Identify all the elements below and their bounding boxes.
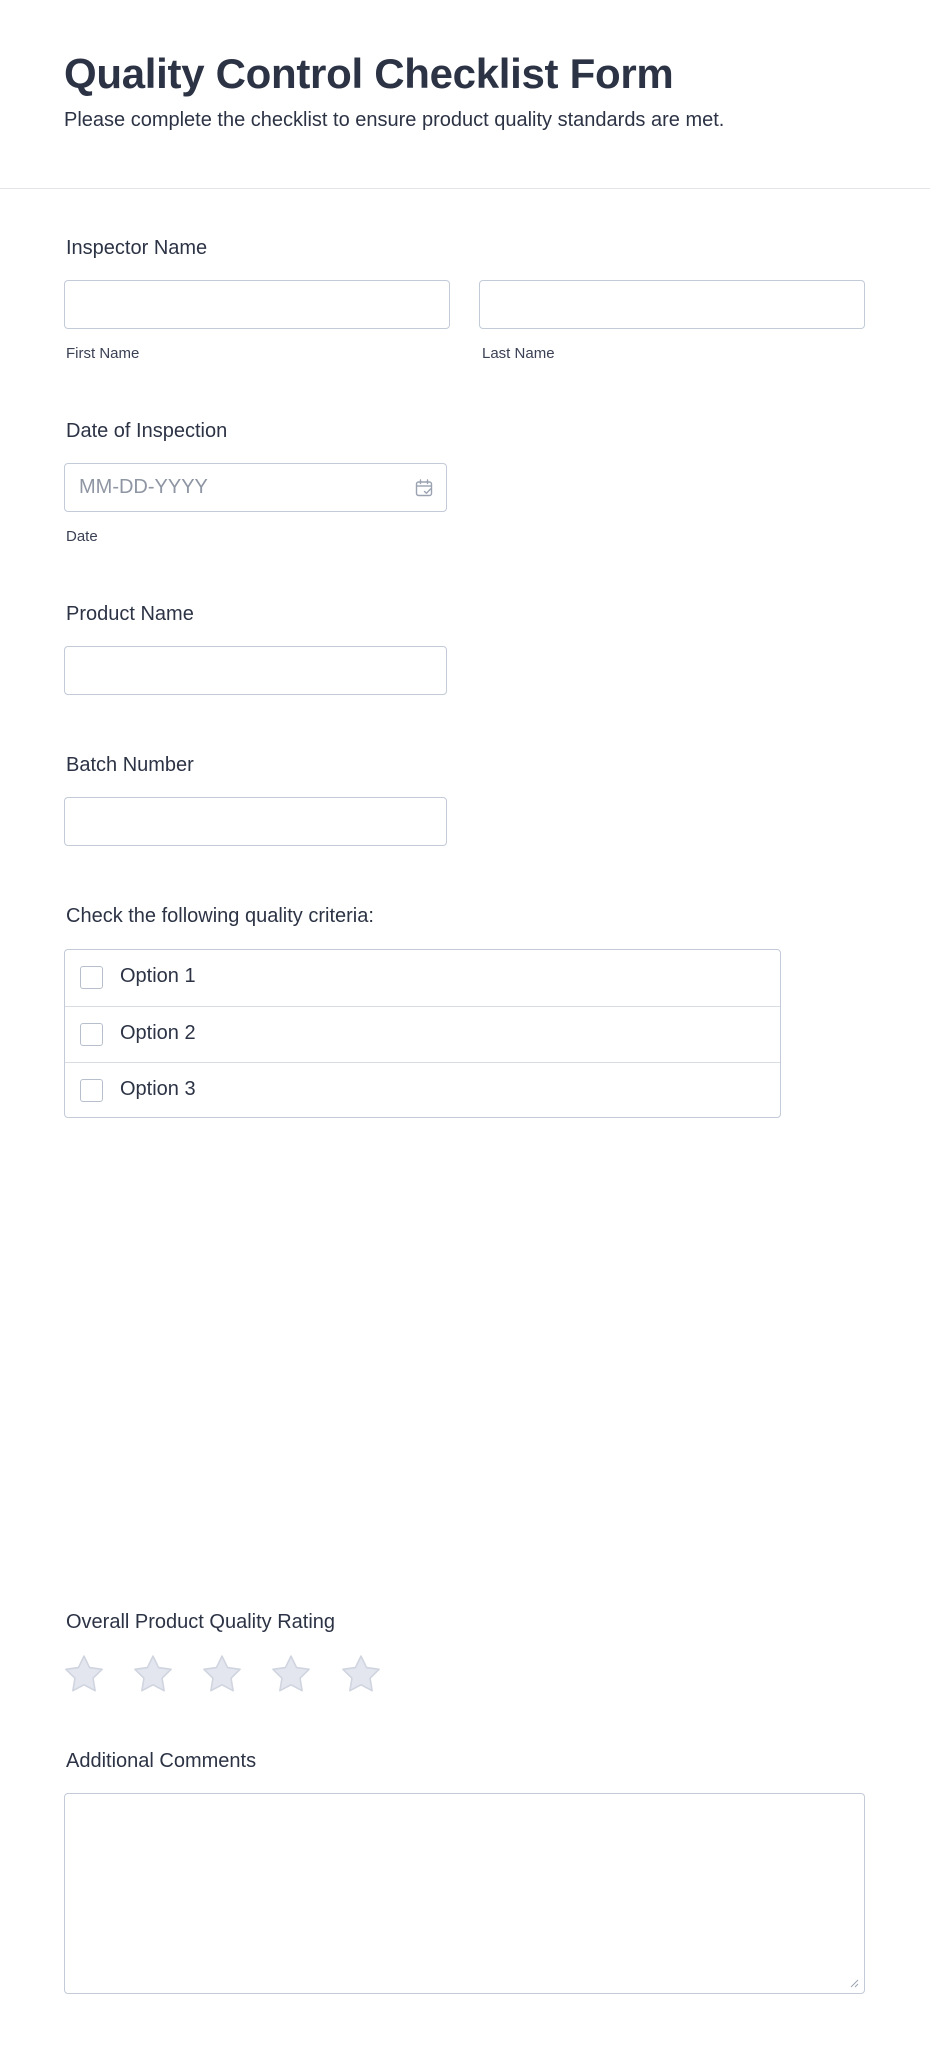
option-3-label[interactable]: Option 3 [120, 1078, 196, 1101]
product-name-input[interactable] [64, 646, 447, 695]
criteria-option-1[interactable]: Option 1 [65, 950, 780, 1006]
option-2-label[interactable]: Option 2 [120, 1022, 196, 1045]
option-2-checkbox[interactable] [80, 1023, 103, 1046]
inspector-name-label: Inspector Name [66, 237, 208, 259]
quality-criteria-label: Check the following quality criteria: [66, 905, 374, 927]
batch-number-label: Batch Number [66, 754, 194, 776]
criteria-option-2[interactable]: Option 2 [65, 1006, 780, 1062]
form-title: Quality Control Checklist Form [64, 50, 674, 97]
date-input[interactable] [64, 463, 447, 512]
last-name-input[interactable] [479, 280, 865, 329]
star-icon[interactable] [340, 1654, 382, 1694]
additional-comments-label: Additional Comments [66, 1750, 257, 1772]
additional-comments-textarea[interactable] [64, 1793, 865, 1994]
criteria-option-3[interactable]: Option 3 [65, 1062, 780, 1117]
first-name-input[interactable] [64, 280, 450, 329]
date-sublabel: Date [66, 528, 98, 545]
option-3-checkbox[interactable] [80, 1079, 103, 1102]
batch-number-input[interactable] [64, 797, 447, 846]
option-1-label[interactable]: Option 1 [120, 965, 196, 988]
star-icon[interactable] [132, 1654, 174, 1694]
product-name-label: Product Name [66, 603, 194, 625]
form-header: Quality Control Checklist Form Please co… [0, 0, 930, 189]
quality-rating-label: Overall Product Quality Rating [66, 1611, 336, 1633]
form-subtitle: Please complete the checklist to ensure … [64, 109, 725, 131]
quality-criteria-checklist: Option 1 Option 2 Option 3 [64, 949, 781, 1118]
first-name-sublabel: First Name [66, 345, 140, 362]
last-name-sublabel: Last Name [482, 345, 555, 362]
star-icon[interactable] [201, 1654, 243, 1694]
star-icon[interactable] [270, 1654, 312, 1694]
option-1-checkbox[interactable] [80, 966, 103, 989]
star-icon[interactable] [63, 1654, 105, 1694]
calendar-icon[interactable] [415, 479, 433, 497]
resize-handle-icon[interactable] [849, 1978, 859, 1988]
date-of-inspection-label: Date of Inspection [66, 420, 228, 442]
